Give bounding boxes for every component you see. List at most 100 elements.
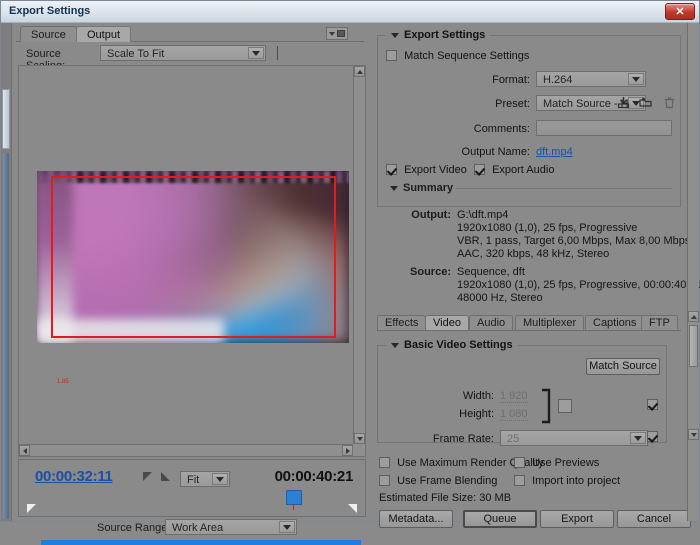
preview-pane: Source Output Source Scaling: Scale To F… <box>12 23 369 545</box>
export-video-checkbox[interactable] <box>386 164 397 175</box>
export-video-row: Export Video <box>386 164 467 176</box>
use-previews-checkbox[interactable] <box>514 457 525 468</box>
tab-source[interactable]: Source <box>20 26 77 42</box>
subtab-effects[interactable]: Effects <box>377 315 427 330</box>
estimated-file-size: Estimated File Size: 30 MB <box>379 492 512 504</box>
current-timecode[interactable]: 00:00:32:11 <box>35 468 113 485</box>
left-scrollbar-track[interactable] <box>3 153 9 519</box>
subtab-multiplexer[interactable]: Multiplexer <box>515 315 585 330</box>
delete-preset-icon[interactable] <box>662 95 677 110</box>
collapse-triangle-icon[interactable] <box>391 32 399 38</box>
zoom-level-value: Fit <box>187 474 200 486</box>
comments-input[interactable] <box>536 120 672 136</box>
tab-output[interactable]: Output <box>76 26 132 42</box>
aspect-ratio-overlay: 1.85 <box>57 379 69 385</box>
match-source-button[interactable]: Match Source <box>586 358 660 375</box>
work-area-bar[interactable] <box>41 540 361 545</box>
output-name-link[interactable]: dft.mp4 <box>536 146 573 158</box>
basic-video-title: Basic Video Settings <box>404 339 513 351</box>
frame-rate-value: 25 <box>507 433 520 445</box>
playhead-handle[interactable] <box>286 490 302 510</box>
aspect-link-checkbox[interactable] <box>558 399 572 413</box>
summary-source-label: Source: <box>410 266 451 278</box>
subtab-captions[interactable]: Captions <box>585 315 645 330</box>
scrollbar-corner <box>353 444 365 456</box>
in-point-icon[interactable] <box>143 472 152 481</box>
range-start-handle[interactable] <box>27 504 36 513</box>
timeline-ruler[interactable] <box>27 498 361 545</box>
settings-subtabs: Effects Video Audio Multiplexer Captions… <box>377 313 681 331</box>
basic-video-collapse-triangle-icon[interactable] <box>391 342 399 348</box>
crop-boundary-rect <box>51 176 336 338</box>
range-end-handle[interactable] <box>348 504 357 513</box>
use-frame-blending-label: Use Frame Blending <box>397 475 498 487</box>
import-preset-icon[interactable] <box>638 95 653 110</box>
comments-label: Comments: <box>473 123 530 135</box>
scroll-up-icon[interactable] <box>354 66 365 77</box>
window-title: Export Settings <box>9 5 91 17</box>
use-previews-row: Use Previews <box>514 457 599 469</box>
export-audio-checkbox[interactable] <box>474 164 485 175</box>
match-source-button-label: Match Source <box>589 360 657 372</box>
dialog-body: Source Output Source Scaling: Scale To F… <box>1 23 700 545</box>
width-height-enable-checkbox[interactable] <box>647 399 658 410</box>
summary-collapse-triangle-icon[interactable] <box>390 185 398 191</box>
frame-rate-dropdown[interactable]: 25 <box>500 430 648 446</box>
use-max-render-quality-checkbox[interactable] <box>379 457 390 468</box>
summary-source-line-1: Sequence, dft <box>457 266 525 278</box>
match-sequence-row: Match Sequence Settings <box>386 50 529 62</box>
export-audio-row: Export Audio <box>474 164 554 176</box>
height-value[interactable]: 1 080 <box>500 408 528 421</box>
zoom-level-dropdown[interactable]: Fit <box>180 471 230 487</box>
queue-button[interactable]: Queue <box>463 510 537 528</box>
chevron-down-icon <box>628 73 644 85</box>
format-value: H.264 <box>543 74 573 86</box>
subtab-video[interactable]: Video <box>425 315 469 330</box>
settings-scroll-down-icon[interactable] <box>688 429 699 440</box>
chevron-down-icon <box>212 473 228 485</box>
summary-source-line-2: 1920x1080 (1,0), 25 fps, Progressive, 00… <box>457 279 700 291</box>
export-button-label: Export <box>561 513 593 525</box>
source-range-dropdown[interactable]: Work Area <box>165 519 297 535</box>
settings-scrollbar-thumb[interactable] <box>689 325 698 367</box>
basic-video-header: Basic Video Settings <box>386 339 518 351</box>
source-scaling-value: Scale To Fit <box>107 48 165 60</box>
scroll-down-icon[interactable] <box>354 433 365 444</box>
basic-video-settings-group: Basic Video Settings Match Source Width:… <box>377 339 667 446</box>
import-into-project-label: Import into project <box>532 475 621 487</box>
width-label: Width: <box>462 390 494 402</box>
cancel-button-label: Cancel <box>636 513 672 525</box>
format-dropdown[interactable]: H.264 <box>536 71 646 87</box>
subtab-audio-label: Audio <box>477 317 506 329</box>
left-edge-scrollbar[interactable] <box>1 23 12 521</box>
video-preview-area[interactable]: 1.85 <box>18 65 366 457</box>
use-frame-blending-checkbox[interactable] <box>379 475 390 486</box>
close-button[interactable]: ✕ <box>665 3 695 20</box>
match-sequence-checkbox[interactable] <box>386 50 397 61</box>
scroll-left-icon[interactable] <box>19 445 30 456</box>
out-point-icon[interactable] <box>161 472 170 481</box>
subtab-ftp[interactable]: FTP <box>641 315 678 330</box>
settings-scroll-up-icon[interactable] <box>688 311 699 322</box>
settings-vertical-scrollbar[interactable] <box>687 23 699 521</box>
save-preset-icon[interactable] <box>616 95 631 110</box>
source-scaling-dropdown[interactable]: Scale To Fit <box>100 45 266 61</box>
preview-vertical-scrollbar[interactable] <box>353 66 365 444</box>
duration-timecode: 00:00:40:21 <box>274 468 354 485</box>
width-value[interactable]: 1 920 <box>500 390 528 403</box>
format-label: Format: <box>492 74 530 86</box>
cancel-button[interactable]: Cancel <box>617 510 691 528</box>
export-button[interactable]: Export <box>540 510 614 528</box>
panel-menu-icon[interactable] <box>326 27 348 40</box>
source-range-label: Source Range: <box>97 522 171 534</box>
preview-horizontal-scrollbar[interactable] <box>19 444 353 456</box>
subtab-audio[interactable]: Audio <box>469 315 514 330</box>
export-settings-group: Export Settings Match Sequence Settings … <box>377 29 681 207</box>
scroll-right-icon[interactable] <box>342 445 353 456</box>
use-previews-label: Use Previews <box>532 457 600 469</box>
subtab-video-label: Video <box>433 317 461 329</box>
metadata-button[interactable]: Metadata... <box>379 510 453 528</box>
left-scrollbar-thumb[interactable] <box>2 89 10 149</box>
import-into-project-checkbox[interactable] <box>514 475 525 486</box>
frame-rate-enable-checkbox[interactable] <box>647 431 658 442</box>
